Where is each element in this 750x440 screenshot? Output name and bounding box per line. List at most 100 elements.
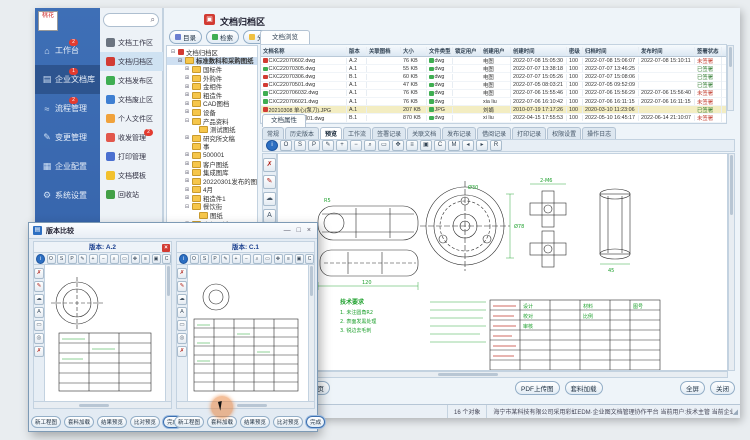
zoom-in-icon[interactable]: + xyxy=(89,254,98,264)
refresh-icon[interactable]: R xyxy=(490,140,502,151)
compare-icon[interactable]: M xyxy=(448,140,460,151)
zoom-in-icon[interactable]: + xyxy=(336,140,348,151)
open-icon[interactable]: O xyxy=(280,140,292,151)
nav-item-doc-template[interactable]: 文档模板 xyxy=(100,166,163,185)
text-markup-icon[interactable]: A xyxy=(34,307,44,318)
redline-pen-icon[interactable]: ✎ xyxy=(263,175,276,189)
tree-node[interactable]: ⊞4月 xyxy=(167,186,257,195)
button-新工程图[interactable]: 新工程图 xyxy=(31,416,61,428)
tree-node[interactable]: ⊞金相件 xyxy=(167,82,257,91)
tree-node[interactable]: ⊞粗造件 xyxy=(167,91,257,100)
copy-view-icon[interactable]: C xyxy=(305,254,314,264)
fit-page-icon[interactable]: ▭ xyxy=(378,140,390,151)
layers-icon[interactable]: ≡ xyxy=(284,254,293,264)
text-markup-icon[interactable]: A xyxy=(177,307,187,318)
tab-常规[interactable]: 常规 xyxy=(262,127,284,139)
tree-node[interactable]: ⊞500001 xyxy=(167,151,257,160)
pane-close-icon[interactable]: × xyxy=(162,244,170,252)
fit-page-icon[interactable]: ▭ xyxy=(120,254,129,264)
pan-icon[interactable]: ✥ xyxy=(392,140,404,151)
tab-权限设置[interactable]: 权限设置 xyxy=(547,127,581,139)
collapse-icon[interactable]: ⊟ xyxy=(184,118,190,124)
cloud-markup-icon[interactable]: ☁ xyxy=(263,192,276,206)
nav-item-doc-archive[interactable]: 文档归档区 xyxy=(100,52,163,71)
expand-icon[interactable]: ⊞ xyxy=(184,195,190,201)
tree-node[interactable]: ⊞CAD图档 xyxy=(167,100,257,109)
button-套料加载[interactable]: 套料加载 xyxy=(64,416,94,428)
tree-node[interactable]: ⊟产品资料 xyxy=(167,117,257,126)
tree-node[interactable]: ⊞外购件 xyxy=(167,74,257,83)
expand-icon[interactable]: ⊞ xyxy=(184,178,190,184)
background-icon[interactable]: ▣ xyxy=(420,140,432,151)
minimize-icon[interactable]: — xyxy=(284,227,291,234)
sidebar-item-process[interactable]: ≈流程管理2 xyxy=(35,94,100,123)
open-icon[interactable]: O xyxy=(190,254,199,264)
column-header[interactable]: 发布时间 xyxy=(639,47,695,55)
tab-doc-list[interactable]: 文档浏览 xyxy=(260,30,310,44)
expand-icon[interactable]: ⊞ xyxy=(184,75,190,81)
maximize-icon[interactable]: □ xyxy=(297,227,301,234)
pan-icon[interactable]: ✥ xyxy=(274,254,283,264)
tree-node[interactable]: 测试图纸 xyxy=(167,125,257,134)
right-pane-drawing[interactable] xyxy=(188,265,308,401)
open-icon[interactable]: O xyxy=(47,254,56,264)
delete-markup-icon[interactable]: ✗ xyxy=(177,268,187,279)
zoom-out-icon[interactable]: − xyxy=(242,254,251,264)
sidebar-item-library[interactable]: ▤企业文档库1 xyxy=(35,65,100,94)
info-icon[interactable]: i xyxy=(266,140,278,151)
left-pane-drawing[interactable] xyxy=(45,265,165,401)
cloud-markup-icon[interactable]: ☁ xyxy=(177,294,187,305)
sidebar-item-change[interactable]: ✎变更管理 xyxy=(35,123,100,152)
column-header[interactable]: 大小 xyxy=(401,47,427,55)
print-icon[interactable]: P xyxy=(308,140,320,151)
zoom-out-icon[interactable]: − xyxy=(350,140,362,151)
copy-view-icon[interactable]: C xyxy=(434,140,446,151)
tab-操作日志[interactable]: 操作日志 xyxy=(582,127,616,139)
redline-edit-icon[interactable]: ✎ xyxy=(221,254,230,264)
column-header[interactable]: 创建时间 xyxy=(511,47,567,55)
tab-doc-properties[interactable]: 文档属性 xyxy=(262,114,306,127)
left-pane-vscrollbar[interactable] xyxy=(165,265,171,401)
nav-item-send-receive[interactable]: 收发管理2 xyxy=(100,128,163,147)
collapse-icon[interactable]: ⊟ xyxy=(170,49,176,55)
tree-node[interactable]: 事 xyxy=(167,143,257,152)
button-结果预览[interactable]: 结果预览 xyxy=(97,416,127,428)
tree-node[interactable]: ⊞设备 xyxy=(167,108,257,117)
circle-markup-icon[interactable]: ◎ xyxy=(34,333,44,344)
column-header[interactable]: 密级 xyxy=(567,47,583,55)
right-pane-vscrollbar[interactable] xyxy=(308,265,314,401)
zoom-window-icon[interactable]: ⌕ xyxy=(110,254,119,264)
button-PDF上传图[interactable]: PDF上传图 xyxy=(515,381,560,395)
tree-node[interactable]: ⊞研究所文稿 xyxy=(167,134,257,143)
prev-view-icon[interactable]: ◂ xyxy=(462,140,474,151)
info-icon[interactable]: i xyxy=(179,254,188,264)
nav-item-recycle-bin[interactable]: 回收站 xyxy=(100,185,163,204)
button-比对预览[interactable]: 比对预览 xyxy=(273,416,303,428)
info-icon[interactable]: i xyxy=(36,254,45,264)
zoom-out-icon[interactable]: − xyxy=(99,254,108,264)
cross-markup-icon[interactable]: ✗ xyxy=(177,346,187,357)
zoom-in-icon[interactable]: + xyxy=(232,254,241,264)
right-pane-hscrollbar[interactable] xyxy=(176,402,315,409)
tree-node[interactable]: ⊞客户图纸 xyxy=(167,160,257,169)
button-套料加载[interactable]: 套料加载 xyxy=(565,381,603,395)
nav-item-doc-workspace[interactable]: 文档工作区 xyxy=(100,33,163,52)
expand-icon[interactable]: ⊞ xyxy=(184,135,190,141)
circle-markup-icon[interactable]: ◎ xyxy=(177,333,187,344)
button-新工程图[interactable]: 新工程图 xyxy=(174,416,204,428)
save-icon[interactable]: S xyxy=(294,140,306,151)
tab-关联文档[interactable]: 关联文档 xyxy=(407,127,441,139)
redline-edit-icon[interactable]: ✎ xyxy=(322,140,334,151)
cloud-markup-icon[interactable]: ☁ xyxy=(34,294,44,305)
column-header[interactable]: 归档时间 xyxy=(583,47,639,55)
search-button[interactable]: 检索 xyxy=(206,30,239,44)
print-icon[interactable]: P xyxy=(68,254,77,264)
expand-icon[interactable]: ⊞ xyxy=(184,66,190,72)
expand-icon[interactable]: ⊞ xyxy=(184,84,190,90)
table-row[interactable]: CXC220706032.dwgA.176 KBdwg电图2022-07-06 … xyxy=(261,90,726,98)
expand-icon[interactable]: ⊞ xyxy=(184,92,190,98)
preview-hscrollbar[interactable] xyxy=(277,371,728,378)
fit-page-icon[interactable]: ▭ xyxy=(263,254,272,264)
tab-发布记录[interactable]: 发布记录 xyxy=(442,127,476,139)
tree-node[interactable]: 图纸 xyxy=(167,211,257,220)
